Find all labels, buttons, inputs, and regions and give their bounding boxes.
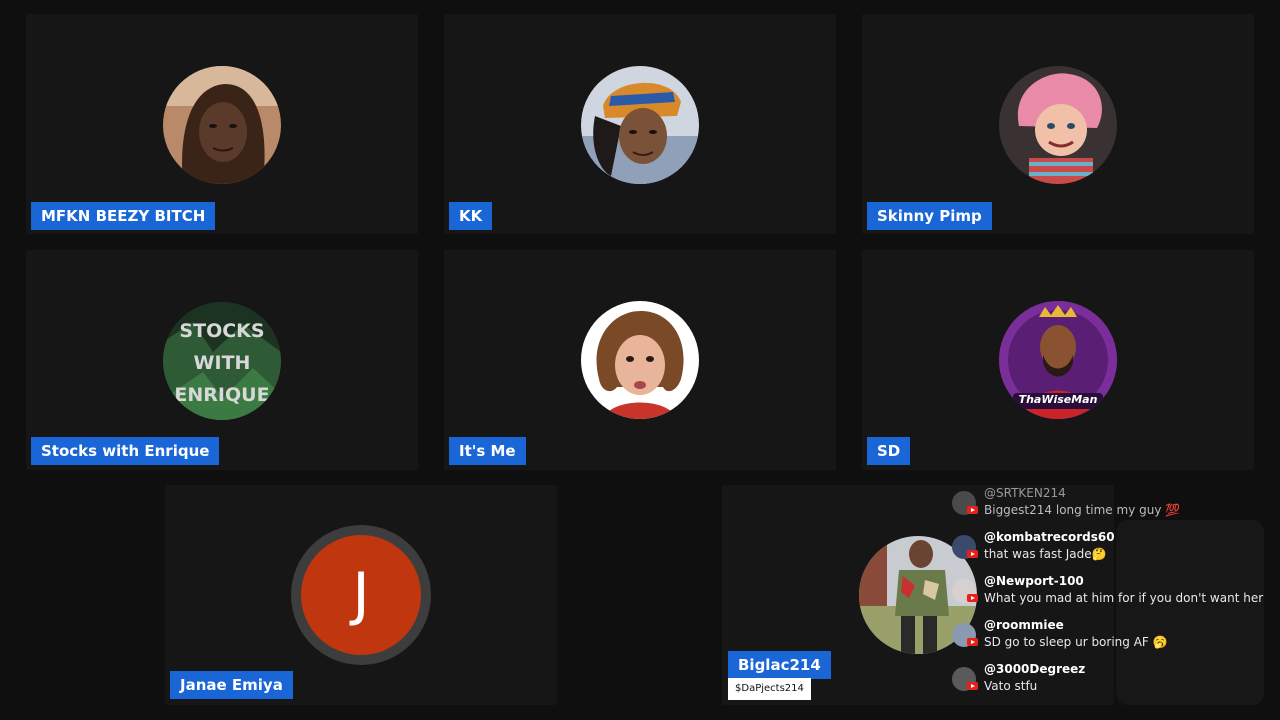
participant-name-tag: Biglac214 [728,651,831,679]
youtube-badge-icon [967,638,978,646]
stocks-logo-line: STOCKS [179,320,265,342]
participant-tile[interactable]: KK [444,14,836,234]
youtube-badge-icon [967,594,978,602]
chat-username: @kombatrecords60 [984,530,1115,544]
doll-figure-avatar [999,66,1117,184]
participant-tile[interactable]: ThaWiseMan SD [862,250,1254,470]
participant-name-tag: KK [449,202,493,230]
live-chat-feed[interactable]: @SRTKEN214 Biggest214 long time my guy 💯… [944,480,1264,712]
chat-message-text: that was fast Jade🤔 [984,547,1107,561]
thawiseman-logo-text: ThaWiseMan [1018,393,1098,406]
thawiseman-logo-avatar: ThaWiseMan [999,301,1117,419]
stocks-logo-line: ENRIQUE [174,384,270,406]
participant-tile[interactable]: STOCKS WITH ENRIQUE Stocks with Enrique [26,250,418,470]
chat-username: @roommiee [984,618,1064,632]
youtube-badge-icon [967,550,978,558]
chat-message: @kombatrecords60 that was fast Jade🤔 [952,530,1272,570]
participant-tile[interactable]: Skinny Pimp [862,14,1254,234]
woman-bob-haircut-avatar [581,301,699,419]
stocks-logo-avatar: STOCKS WITH ENRIQUE [163,302,281,420]
avatar-initial: J [301,535,421,655]
participant-sub-label: $DaPjects214 [728,678,811,700]
chat-message: @SRTKEN214 Biggest214 long time my guy 💯 [952,486,1272,526]
participant-name-tag: Stocks with Enrique [31,437,220,465]
participant-name-tag: SD [867,437,911,465]
participant-tile[interactable]: J Janae Emiya [165,485,557,705]
participant-tile[interactable]: It's Me [444,250,836,470]
chat-username: @Newport-100 [984,574,1084,588]
chat-message: @Newport-100 What you mad at him for if … [952,574,1272,614]
participant-name-tag: MFKN BEEZY BITCH [31,202,216,230]
chat-message: @roommiee SD go to sleep ur boring AF 🥱 [952,618,1272,658]
woman-selfie-avatar [163,66,281,184]
participant-name-tag: It's Me [449,437,526,465]
stocks-logo-line: WITH [193,352,251,374]
chat-message-text: Vato stfu [984,679,1038,693]
chat-username: @3000Degreez [984,662,1086,676]
chat-username: @SRTKEN214 [984,486,1066,500]
participant-name-tag: Skinny Pimp [867,202,992,230]
chat-message-text: Biggest214 long time my guy 💯 [984,503,1181,517]
initial-avatar: J [291,525,431,665]
youtube-badge-icon [967,682,978,690]
chat-message: @3000Degreez Vato stfu [952,662,1272,702]
youtube-badge-icon [967,506,978,514]
chat-message-text: What you mad at him for if you don't wan… [984,591,1264,605]
participant-tile[interactable]: MFKN BEEZY BITCH [26,14,418,234]
woman-headwrap-avatar [581,66,699,184]
chat-message-text: SD go to sleep ur boring AF 🥱 [984,635,1168,649]
participant-name-tag: Janae Emiya [170,671,293,699]
